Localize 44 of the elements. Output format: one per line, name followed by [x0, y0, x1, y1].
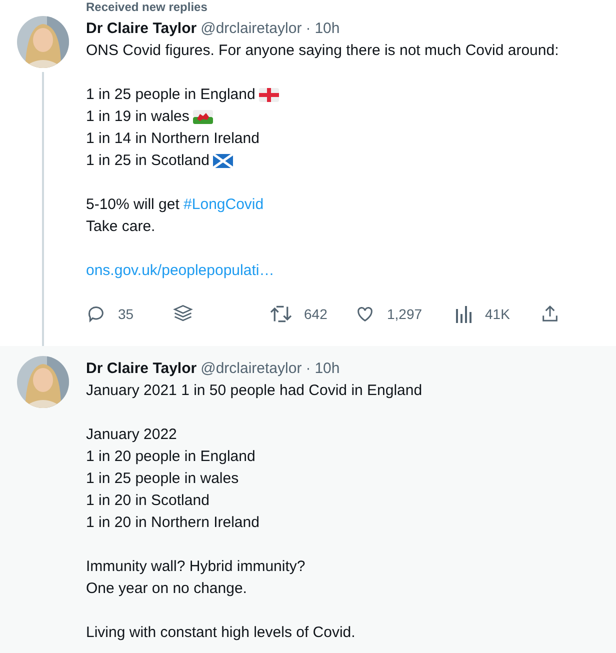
share-button[interactable] [540, 304, 560, 324]
tweet-text-line: Living with constant high levels of Covid. [86, 623, 356, 643]
views-count: 41K [485, 304, 510, 324]
dot-separator: · [306, 359, 311, 379]
retweet-count: 642 [304, 304, 328, 324]
reply-icon [86, 304, 106, 324]
author-name[interactable]: Dr Claire Taylor [86, 18, 197, 40]
tweet-text-line: One year on no change. [86, 579, 247, 599]
share-icon [540, 304, 560, 324]
tweet-text-line: 1 in 25 people in England [86, 85, 256, 105]
notice-text[interactable]: Received new replies [86, 0, 208, 14]
tweet-text-line: 1 in 20 in Northern Ireland [86, 513, 260, 533]
author-handle[interactable]: @drclairetaylor [200, 18, 302, 40]
tweet-text-line: January 2021 1 in 50 people had Covid in England [86, 381, 422, 401]
scotland-flag-icon [213, 154, 234, 168]
retweet-icon [270, 304, 292, 324]
author-name[interactable]: Dr Claire Taylor [86, 358, 197, 380]
like-count: 1,297 [387, 304, 422, 324]
tweet-text-line: Take care. [86, 217, 156, 237]
reply-button[interactable] [86, 304, 106, 324]
tweet-text-line: Immunity wall? Hybrid immunity? [86, 557, 306, 577]
retweet-button[interactable] [270, 304, 292, 324]
avatar[interactable] [17, 16, 69, 68]
avatar[interactable] [17, 356, 69, 408]
dot-separator: · [306, 19, 311, 39]
bar-chart-icon [455, 305, 473, 323]
tweet-text-line: 1 in 25 people in wales [86, 469, 239, 489]
tweet-text-line: January 2022 [86, 425, 177, 445]
tweet-time[interactable]: 10h [314, 358, 340, 380]
tweet-text-line: ONS Covid figures. For anyone saying there is not much Covid around: [86, 41, 559, 61]
tweet-text-line: 1 in 20 people in England [86, 447, 256, 467]
tweet-text-line: 1 in 14 in Northern Ireland [86, 129, 260, 149]
heart-icon [355, 304, 375, 324]
wales-flag-icon [193, 110, 214, 124]
author-handle[interactable]: @drclairetaylor [200, 358, 302, 380]
tweet-text-line: 5-10% will get [86, 195, 180, 215]
england-flag-icon [259, 88, 280, 102]
views-button[interactable] [455, 305, 473, 323]
like-button[interactable] [355, 304, 375, 324]
tweet-text-line: 1 in 25 in Scotland [86, 151, 210, 171]
tweet-text-line: 1 in 19 in wales [86, 107, 190, 127]
tweet-text-line: 1 in 20 in Scotland [86, 491, 210, 511]
tweet-time[interactable]: 10h [314, 18, 340, 40]
reply-count: 35 [118, 304, 134, 324]
